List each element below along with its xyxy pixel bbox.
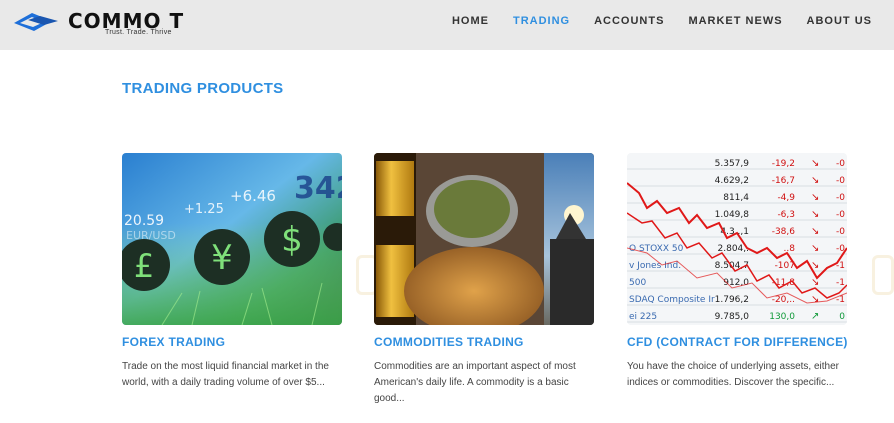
arrow-down-icon: ↘	[811, 158, 819, 169]
board-cell: -19,2	[772, 159, 795, 169]
board-cell: 4.629,2	[715, 176, 749, 186]
board-cell: -0	[836, 176, 845, 186]
nav-about-us[interactable]: ABOUT US	[807, 15, 872, 27]
arrow-down-icon: ↘	[811, 243, 819, 254]
board-cell: -0	[836, 210, 845, 220]
card-description: Trade on the most liquid financial marke…	[122, 361, 329, 388]
board-cell: -107	[775, 261, 795, 271]
nav-home[interactable]: HOME	[452, 15, 489, 27]
arrow-down-icon: ↘	[811, 192, 819, 203]
board-cell: 130,0	[769, 312, 795, 322]
board-cell: -20,..	[772, 295, 795, 305]
svg-text:+1.25: +1.25	[184, 202, 224, 217]
card-title[interactable]: CFD (CONTRACT FOR DIFFERENCE)	[627, 335, 847, 349]
brand-tagline: Trust. Trade. Thrive	[105, 29, 172, 36]
site-header: COMMO T Trust. Trade. Thrive HOME TRADIN…	[0, 0, 894, 50]
board-cell: -0	[836, 193, 845, 203]
card-description: Commodities are an important aspect of m…	[374, 361, 576, 404]
product-card-cfd[interactable]: 5.357,9 -19,2 -0 ↘ 4.629,2 -16,7 -0 ↘ 811,4 -4,9 -…	[627, 153, 847, 391]
forex-image[interactable]: 342 +6.46 +1.25 20.59 EUR/USD £ ¥ $	[122, 153, 342, 325]
watermark-shape	[872, 255, 894, 295]
product-card-forex[interactable]: 342 +6.46 +1.25 20.59 EUR/USD £ ¥ $ FORE…	[122, 153, 342, 391]
dollar-icon: $	[281, 220, 303, 260]
section-title: TRADING PRODUCTS	[122, 80, 284, 97]
board-cell: 9.785,0	[715, 312, 750, 322]
arrow-down-icon: ↘	[811, 294, 819, 305]
product-card-commodities[interactable]: COMMODITIES TRADING Commodities are an i…	[374, 153, 594, 407]
board-cell: 1.049,8	[715, 210, 750, 220]
card-title[interactable]: COMMODITIES TRADING	[374, 335, 594, 349]
svg-text:20.59: 20.59	[124, 213, 164, 229]
board-cell: -0	[836, 227, 845, 237]
board-cell: 500	[629, 278, 646, 288]
card-description: You have the choice of underlying assets…	[627, 361, 839, 388]
nav-accounts[interactable]: ACCOUNTS	[594, 15, 664, 27]
board-cell: 5.357,9	[715, 159, 750, 169]
board-cell: -0	[836, 159, 845, 169]
arrow-down-icon: ↘	[811, 175, 819, 186]
nav-market-news[interactable]: MARKET NEWS	[688, 15, 782, 27]
svg-text:342: 342	[294, 171, 342, 206]
board-cell: -6,3	[777, 210, 795, 220]
board-cell: -16,7	[772, 176, 795, 186]
arrow-down-icon: ↘	[811, 209, 819, 220]
board-cell: SDAQ Composite Ir	[629, 295, 715, 305]
arrow-down-icon: ↘	[811, 277, 819, 288]
arrow-down-icon: ↘	[811, 226, 819, 237]
yen-icon: ¥	[211, 238, 233, 278]
pound-icon: £	[134, 247, 154, 285]
arrow-up-icon: ↗	[811, 311, 819, 322]
board-cell: 1.796,2	[715, 295, 749, 305]
svg-text:+6.46: +6.46	[230, 187, 276, 205]
board-cell: ei 225	[629, 312, 657, 322]
card-title[interactable]: FOREX TRADING	[122, 335, 342, 349]
board-cell: 0	[839, 312, 845, 322]
cfd-image[interactable]: 5.357,9 -19,2 -0 ↘ 4.629,2 -16,7 -0 ↘ 811,4 -4,9 -…	[627, 153, 847, 325]
commodities-image[interactable]	[374, 153, 594, 325]
board-cell: -38,6	[772, 227, 796, 237]
main-nav: HOME TRADING ACCOUNTS MARKET NEWS ABOUT …	[452, 15, 872, 27]
board-cell: O STOXX 50	[629, 244, 684, 254]
board-cell: -1	[836, 278, 845, 288]
board-cell: 811,4	[723, 193, 749, 203]
brand-logo[interactable]: COMMO T Trust. Trade. Thrive	[12, 7, 187, 41]
board-cell: ..8	[784, 244, 796, 254]
logo-mark-icon	[14, 13, 58, 31]
board-cell: -4,9	[777, 193, 795, 203]
nav-trading[interactable]: TRADING	[513, 15, 570, 27]
